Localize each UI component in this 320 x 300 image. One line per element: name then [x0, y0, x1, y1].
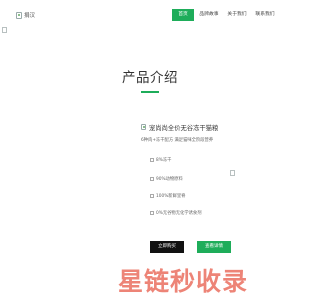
feature-item: 100%新鲜里脊 [150, 193, 185, 199]
section-title: 产品介绍 [122, 70, 178, 86]
feature-item: 90%动物原料 [150, 176, 183, 182]
nav-item-contact-us[interactable]: 联系我们 [252, 9, 278, 21]
broken-image-icon [150, 211, 154, 215]
feature-label: 8%冻干 [156, 158, 172, 163]
logo-alt-text: 捐汉 [24, 13, 36, 19]
site-logo[interactable]: 捐汉 [16, 9, 46, 21]
product-name: 宠尚尚全价无谷冻干猫粮 [149, 124, 219, 132]
product-info: 宠尚尚全价无谷冻干猫粮 6种肉+冻干配方 满足猫咪全阶段营养 [141, 121, 271, 143]
broken-image-icon [230, 170, 235, 176]
nav-item-home[interactable]: 首页 [172, 9, 194, 21]
feature-label: 100%新鲜里脊 [156, 194, 186, 199]
title-underline [141, 91, 159, 93]
nav-item-about-us[interactable]: 关于我们 [224, 9, 250, 21]
top-navigation-bar: 捐汉 首页 品牌故事 关于我们 联系我们 [0, 0, 300, 30]
view-details-button[interactable]: 查看详情 [197, 241, 231, 253]
buy-now-button[interactable]: 立即购买 [150, 241, 184, 253]
broken-image-icon [16, 11, 22, 19]
feature-label: 90%动物原料 [156, 177, 183, 182]
feature-item: 0%无谷物无化学诱食剂 [150, 210, 202, 216]
broken-image-icon [150, 194, 154, 198]
feature-item: 8%冻干 [150, 157, 171, 163]
nav-item-brand-story[interactable]: 品牌故事 [196, 9, 222, 21]
broken-image-icon [150, 177, 154, 181]
main-nav: 首页 品牌故事 关于我们 联系我们 [172, 9, 280, 21]
broken-image-icon [141, 124, 146, 130]
feature-label: 0%无谷物无化学诱食剂 [156, 211, 202, 216]
broken-image-icon [150, 158, 154, 162]
watermark: 星链秒收录 [118, 267, 249, 296]
product-subtitle: 6种肉+冻干配方 满足猫咪全阶段营养 [141, 138, 214, 143]
product-heading: 宠尚尚全价无谷冻干猫粮 [141, 121, 271, 133]
broken-image-icon [2, 27, 7, 33]
